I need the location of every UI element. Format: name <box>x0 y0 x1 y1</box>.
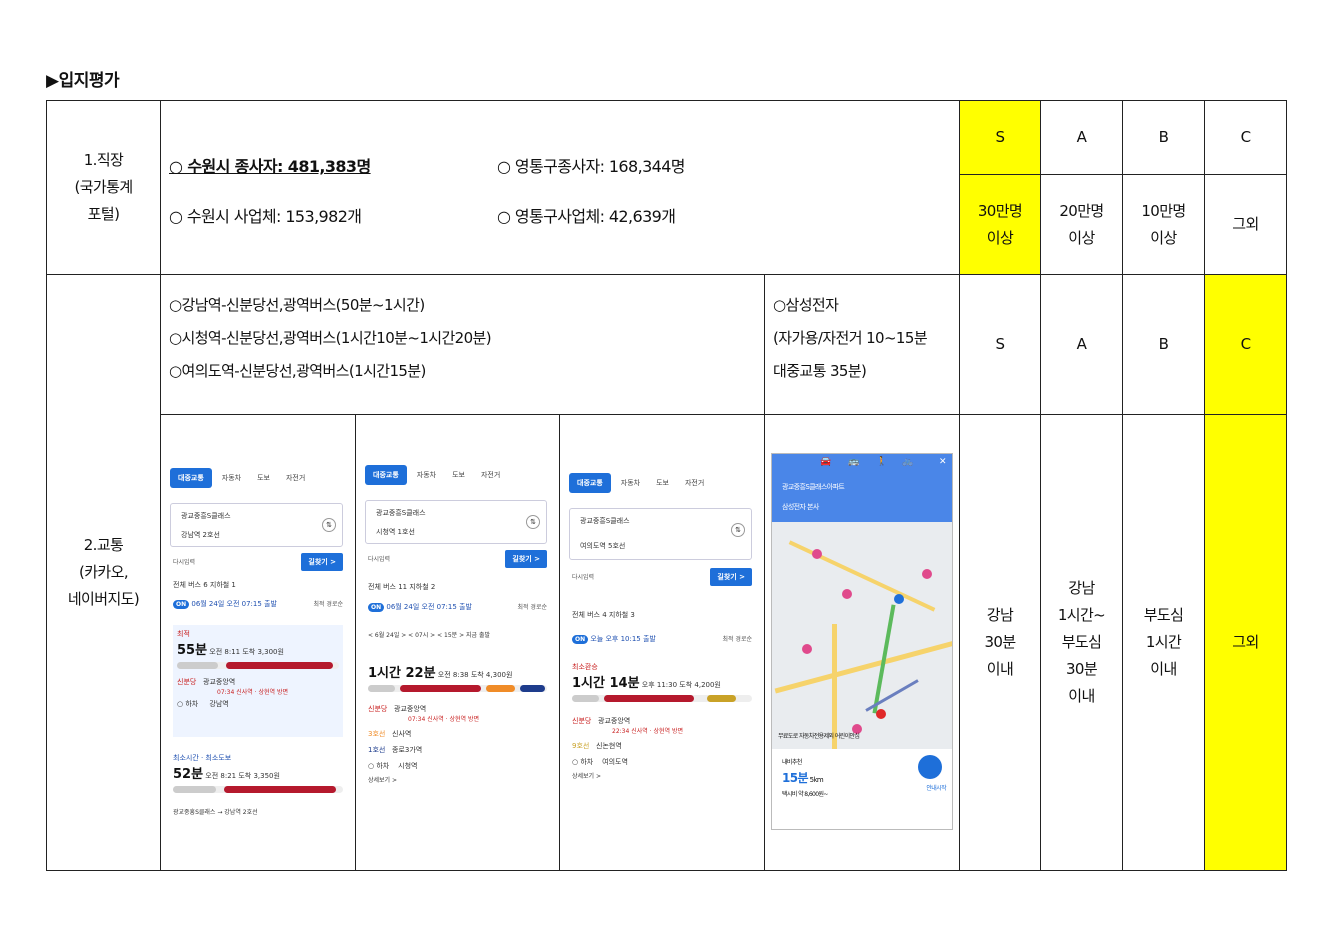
grade-c-header: C <box>1204 99 1287 176</box>
transport-tabs: 대중교통 자동차 도보 자전거 <box>170 467 346 489</box>
route-search-box[interactable]: 광교중흥S클래스 강남역 2호선 ⇅ <box>170 503 343 547</box>
swap-icon[interactable]: ⇅ <box>731 523 745 537</box>
tab-bike[interactable]: 자전거 <box>280 470 311 486</box>
bike-icon: 🚲 <box>902 457 913 467</box>
location-evaluation-table: 1.직장 (국가통계 포털) ○ 수원시 종사자: 481,383명 ○ 영통구… <box>46 99 1287 871</box>
row-label-transport: 2.교통 (카카오, 네이버지도) <box>46 274 161 871</box>
stat-suwon-businesses: ○ 수원시 사업체: 153,982개 <box>169 207 362 226</box>
stat-suwon-workers: ○ 수원시 종사자: 481,383명 <box>169 157 371 176</box>
redo-button[interactable]: 다시입력 <box>173 557 195 566</box>
tab-transit[interactable]: 대중교통 <box>170 468 212 488</box>
walk-icon: 🚶 <box>876 457 887 467</box>
route-result-2[interactable]: 최소시간 · 최소도보 52분 오전 8:21 도착 3,350원 <box>173 753 343 793</box>
route-cityhall: ○시청역-신분당선,광역버스(1시간10분~1시간20분) <box>169 329 492 347</box>
work-criteria-b: 10만명 이상 <box>1122 174 1205 275</box>
work-criteria-a: 20만명 이상 <box>1040 174 1123 275</box>
transport-criteria-a: 강남 1시간~ 부도심 30분 이내 <box>1040 414 1123 871</box>
start-navigation-button[interactable]: 안내시작 <box>926 783 946 792</box>
grade-a-transport: A <box>1040 274 1123 415</box>
screenshot-gangnam: 대중교통 자동차 도보 자전거 광교중흥S클래스 강남역 2호선 ⇅ 다시입력 … <box>160 414 356 871</box>
route-map[interactable]: 🚘 🚌 🚶 🚲 ✕ 광교중흥S클래스아파트 삼성전자 본사 무료도로 자동차전용… <box>771 453 953 830</box>
section-heading: ▶입지평가 <box>46 71 120 91</box>
grade-c-transport: C <box>1204 274 1287 415</box>
close-icon: ✕ <box>939 457 947 467</box>
navigate-icon[interactable] <box>918 755 942 779</box>
samsung-commute: ○삼성전자 (자가용/자전거 10~15분 대중교통 35분) <box>764 274 960 415</box>
screenshot-cityhall: 대중교통 자동차 도보 자전거 광교중흥S클래스 시청역 1호선 ⇅ 다시입력 … <box>355 414 560 871</box>
car-icon: 🚘 <box>820 457 831 467</box>
grade-a-header: A <box>1040 99 1123 176</box>
route-gangnam: ○강남역-신분당선,광역버스(50분~1시간) <box>169 296 425 314</box>
row-label-work: 1.직장 (국가통계 포털) <box>46 100 161 275</box>
bus-icon: 🚌 <box>848 457 859 467</box>
stat-yeongtong-workers: ○ 영통구종사자: 168,344명 <box>497 157 686 176</box>
find-route-button[interactable]: 길찾기 > <box>301 553 343 571</box>
grade-s-transport: S <box>959 274 1041 415</box>
route-result[interactable]: 최적 55분 오전 8:11 도착 3,300원 신분당 광교중앙역 07:34… <box>173 625 343 737</box>
transit-routes: ○강남역-신분당선,광역버스(50분~1시간) ○시청역-신분당선,광역버스(1… <box>160 274 765 415</box>
swap-icon[interactable]: ⇅ <box>322 518 336 532</box>
work-stats-cell: ○ 수원시 종사자: 481,383명 ○ 영통구종사자: 168,344명 ○… <box>160 100 960 275</box>
tab-walk[interactable]: 도보 <box>251 470 276 486</box>
route-yeouido: ○여의도역-신분당선,광역버스(1시간15분) <box>169 362 426 380</box>
work-criteria-s: 30만명 이상 <box>959 174 1041 275</box>
transport-criteria-c: 그외 <box>1204 414 1287 871</box>
grade-b-transport: B <box>1122 274 1205 415</box>
grade-s-header: S <box>959 99 1041 176</box>
stat-yeongtong-businesses: ○ 영통구사업체: 42,639개 <box>497 207 676 226</box>
tab-car[interactable]: 자동차 <box>216 470 247 486</box>
transport-criteria-s: 강남 30분 이내 <box>959 414 1041 871</box>
work-criteria-c: 그외 <box>1204 174 1287 275</box>
swap-icon[interactable]: ⇅ <box>526 515 540 529</box>
screenshot-samsung-map: 🚘 🚌 🚶 🚲 ✕ 광교중흥S클래스아파트 삼성전자 본사 무료도로 자동차전용… <box>764 414 960 871</box>
transport-criteria-b: 부도심 1시간 이내 <box>1122 414 1205 871</box>
screenshot-yeouido: 대중교통 자동차 도보 자전거 광교중흥S클래스 여의도역 5호선 ⇅ 다시입력… <box>559 414 765 871</box>
grade-b-header: B <box>1122 99 1205 176</box>
